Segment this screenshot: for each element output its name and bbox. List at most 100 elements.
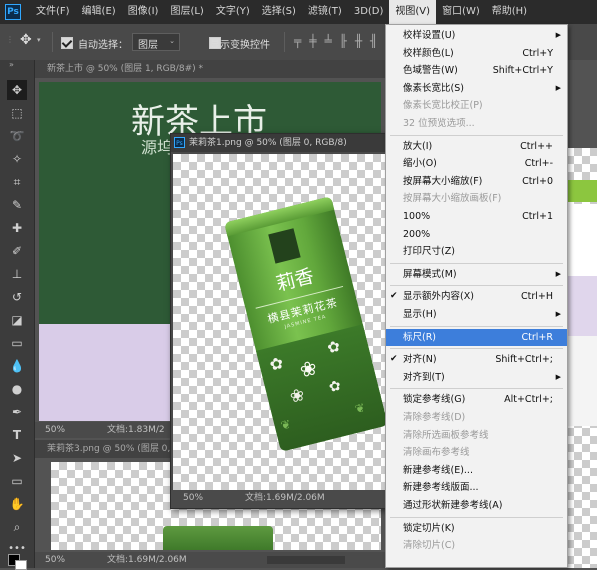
menu-item-1[interactable]: 编辑(E) bbox=[76, 0, 122, 24]
view-menu-item: 清除参考线(D) bbox=[386, 409, 567, 426]
menu-item-5[interactable]: 选择(S) bbox=[256, 0, 302, 24]
view-menu-item[interactable]: 像素长宽比(S) ▶ bbox=[386, 80, 567, 97]
menu-item-2[interactable]: 图像(I) bbox=[122, 0, 165, 24]
collapse-panel-icon[interactable]: » bbox=[9, 60, 14, 69]
brush-tool-icon[interactable]: ✐ bbox=[7, 241, 27, 261]
tool-preset-chevron-icon[interactable]: ▾ bbox=[37, 36, 41, 44]
menu-item-3[interactable]: 图层(L) bbox=[164, 0, 209, 24]
doc1-zoom[interactable]: 50% bbox=[45, 422, 65, 438]
checkmark-icon: ✔ bbox=[390, 354, 398, 365]
healing-brush-tool-icon[interactable]: ✚ bbox=[7, 218, 27, 238]
menu-item-10[interactable]: 帮助(H) bbox=[486, 0, 533, 24]
doc3-zoom[interactable]: 50% bbox=[45, 552, 65, 568]
view-menu-item[interactable]: 新建参考线版面... bbox=[386, 479, 567, 496]
auto-select-dropdown[interactable]: 图层 ⌄ bbox=[132, 33, 180, 51]
view-menu-item-shortcut: Ctrl+H bbox=[520, 291, 553, 303]
leaf-icon: ❦ bbox=[279, 416, 293, 433]
view-menu-item[interactable]: 200% bbox=[386, 226, 567, 243]
view-menu-item[interactable]: 校样颜色(L) Ctrl+Y bbox=[386, 45, 567, 62]
auto-select-label: 自动选择： bbox=[78, 40, 128, 51]
doc3-size: 文档:1.69M/2.06M bbox=[107, 555, 187, 565]
jasmine-tea-tin: 莉香 横县茉莉花茶 JASMINE TEA ✿ ❀ ✿ ❀ ✿ ❦ ❦ bbox=[224, 196, 387, 452]
view-menu-item[interactable]: ✔ 对齐(N) Shift+Ctrl+; bbox=[386, 351, 567, 368]
view-menu-item-label: 对齐到(T) bbox=[403, 371, 445, 383]
menu-item-8[interactable]: 视图(V) bbox=[389, 0, 437, 24]
auto-select-checkbox[interactable] bbox=[61, 37, 73, 49]
clone-stamp-tool-icon[interactable]: ⊥ bbox=[7, 264, 27, 284]
background-doc-text-block bbox=[566, 336, 597, 426]
lasso-tool-icon[interactable]: ➰ bbox=[7, 126, 27, 146]
view-menu-item[interactable]: 缩小(O) Ctrl+- bbox=[386, 155, 567, 172]
view-menu-item: 清除所选画板参考线 bbox=[386, 427, 567, 444]
view-menu-item-label: 像素长宽比(S) bbox=[403, 82, 464, 94]
move-tool-icon[interactable]: ✥ bbox=[7, 80, 27, 100]
view-menu-item[interactable]: 标尺(R) Ctrl+R bbox=[386, 328, 567, 346]
move-tool-icon[interactable]: ✥ bbox=[20, 32, 32, 48]
menu-item-0[interactable]: 文件(F) bbox=[30, 0, 76, 24]
view-menu-item-label: 像素长宽比校正(P) bbox=[403, 100, 483, 112]
doc3-tea-tin-lid bbox=[163, 526, 273, 550]
view-menu-item-label: 校样设置(U) bbox=[403, 30, 456, 41]
blur-tool-icon[interactable]: 💧 bbox=[7, 356, 27, 376]
doc2-canvas: 莉香 横县茉莉花茶 JASMINE TEA ✿ ❀ ✿ ❀ ✿ ❦ ❦ bbox=[173, 154, 387, 490]
type-tool-icon[interactable]: T bbox=[7, 425, 27, 445]
view-menu-item[interactable]: 色域警告(W) Shift+Ctrl+Y bbox=[386, 62, 567, 79]
doc2-status-bar: 50% 文档:1.69M/2.06M bbox=[171, 490, 389, 506]
view-menu-item[interactable]: ✔ 显示额外内容(X) Ctrl+H bbox=[386, 288, 567, 305]
doc3-status-bar: 50% 文档:1.69M/2.06M bbox=[35, 552, 385, 568]
history-brush-tool-icon[interactable]: ↺ bbox=[7, 287, 27, 307]
view-menu-item-label: 显示(H) bbox=[403, 309, 437, 320]
view-menu-item[interactable]: 屏幕模式(M) ▶ bbox=[386, 266, 567, 283]
background-doc-green-strip bbox=[566, 180, 597, 202]
hand-tool-icon[interactable]: ✋ bbox=[7, 494, 27, 514]
view-menu-item[interactable]: 通过形状新建参考线(A) bbox=[386, 497, 567, 514]
zoom-tool-icon[interactable]: ⌕ bbox=[7, 517, 27, 537]
leaf-icon: ❦ bbox=[353, 400, 367, 417]
menu-separator bbox=[390, 348, 563, 350]
menu-item-7[interactable]: 3D(D) bbox=[348, 0, 390, 24]
doc1-subheading: 源坞 bbox=[141, 138, 174, 157]
photoshop-logo-icon: Ps bbox=[5, 4, 21, 20]
view-menu-item[interactable]: 打印尺寸(Z) bbox=[386, 243, 567, 260]
marquee-tool-icon[interactable]: ⬚ bbox=[7, 103, 27, 123]
background-color-swatch[interactable] bbox=[15, 560, 27, 570]
view-menu-item[interactable]: 校样设置(U) ▶ bbox=[386, 27, 567, 44]
magic-wand-tool-icon[interactable]: ✧ bbox=[7, 149, 27, 169]
path-selection-tool-icon[interactable]: ➤ bbox=[7, 448, 27, 468]
view-menu-item[interactable]: 放大(I) Ctrl++ bbox=[386, 138, 567, 155]
view-menu-item-shortcut: Ctrl+Y bbox=[522, 47, 553, 59]
divider bbox=[284, 32, 285, 52]
submenu-arrow-icon: ▶ bbox=[555, 83, 561, 92]
view-menu-item[interactable]: 新建参考线(E)... bbox=[386, 462, 567, 479]
dodge-tool-icon[interactable]: ● bbox=[7, 379, 27, 399]
grip-icon: ⋮ bbox=[6, 35, 14, 44]
view-menu-item[interactable]: 锁定参考线(G) Alt+Ctrl+; bbox=[386, 391, 567, 408]
crop-tool-icon[interactable]: ⌗ bbox=[7, 172, 27, 192]
menu-item-6[interactable]: 滤镜(T) bbox=[302, 0, 348, 24]
view-menu-item: 像素长宽比校正(P) bbox=[386, 97, 567, 114]
menu-item-9[interactable]: 窗口(W) bbox=[436, 0, 486, 24]
gradient-tool-icon[interactable]: ▭ bbox=[7, 333, 27, 353]
menu-separator bbox=[390, 516, 563, 518]
view-menu-item[interactable]: 对齐到(T) ▶ bbox=[386, 369, 567, 386]
align-buttons-icon[interactable]: ╤╪╧╟╫╢ bbox=[294, 34, 385, 48]
doc2-zoom[interactable]: 50% bbox=[183, 490, 203, 506]
view-menu-item-shortcut: Shift+Ctrl+Y bbox=[492, 65, 553, 77]
menu-item-4[interactable]: 文字(Y) bbox=[210, 0, 256, 24]
pen-tool-icon[interactable]: ✒ bbox=[7, 402, 27, 422]
view-menu-item-label: 清除切片(C) bbox=[403, 540, 456, 552]
view-menu-item[interactable]: 按屏幕大小缩放(F) Ctrl+0 bbox=[386, 173, 567, 190]
view-menu-item-shortcut: Ctrl++ bbox=[520, 140, 553, 152]
doc3-scrollbar[interactable] bbox=[267, 556, 345, 564]
eraser-tool-icon[interactable]: ◪ bbox=[7, 310, 27, 330]
rectangle-tool-icon[interactable]: ▭ bbox=[7, 471, 27, 491]
eyedropper-tool-icon[interactable]: ✎ bbox=[7, 195, 27, 215]
document-tab-2[interactable]: Ps 茉莉茶1.png @ 50% (图层 0, RGB/8) bbox=[171, 134, 389, 152]
view-menu-item[interactable]: 100% Ctrl+1 bbox=[386, 208, 567, 225]
view-menu-item: 按屏幕大小缩放画板(F) bbox=[386, 190, 567, 207]
view-menu-item[interactable]: 显示(H) ▶ bbox=[386, 306, 567, 323]
view-menu-item[interactable]: 锁定切片(K) bbox=[386, 520, 567, 537]
view-menu-item-label: 新建参考线版面... bbox=[403, 482, 479, 494]
view-menu-item: 32 位预览选项... bbox=[386, 115, 567, 132]
document-tab-1[interactable]: 新茶上市 @ 50% (图层 1, RGB/8#) * bbox=[35, 60, 385, 78]
